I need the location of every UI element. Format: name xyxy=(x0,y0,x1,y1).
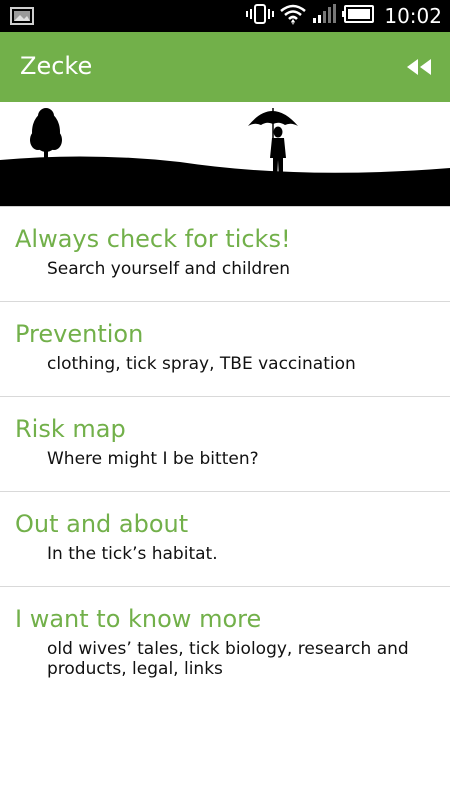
menu-item-title: I want to know more xyxy=(15,605,262,633)
rewind-button[interactable] xyxy=(404,54,434,80)
menu-item-subtitle: In the tick’s habitat. xyxy=(47,544,218,564)
app-bar: Zecke xyxy=(0,32,450,102)
menu-item-title: Out and about xyxy=(15,510,189,538)
menu-item-title: Risk map xyxy=(15,415,126,443)
app-title: Zecke xyxy=(20,52,93,80)
wifi-icon xyxy=(280,3,307,29)
menu-item-subtitle: Where might I be bitten? xyxy=(47,449,259,469)
header-banner xyxy=(0,102,450,206)
menu-item-subtitle: old wives’ tales, tick biology, research… xyxy=(47,639,409,679)
menu-item-subtitle: Search yourself and children xyxy=(47,259,291,279)
notification-image-icon xyxy=(10,7,34,29)
battery-icon xyxy=(342,5,375,27)
menu-item-title: Always check for ticks! xyxy=(15,225,291,253)
menu-item-title: Prevention xyxy=(15,320,144,348)
vibrate-icon xyxy=(246,4,275,28)
status-icons: 10:02 xyxy=(246,0,442,32)
status-bar: 10:02 xyxy=(0,0,450,32)
menu-item-risk-map[interactable]: Risk map Where might I be bitten? xyxy=(0,396,450,491)
menu-list: Always check for ticks! Search yourself … xyxy=(0,206,450,681)
menu-item-check-ticks[interactable]: Always check for ticks! Search yourself … xyxy=(0,206,450,301)
menu-item-prevention[interactable]: Prevention clothing, tick spray, TBE vac… xyxy=(0,301,450,396)
menu-item-out-and-about[interactable]: Out and about In the tick’s habitat. xyxy=(0,491,450,586)
menu-item-know-more[interactable]: I want to know more old wives’ tales, ti… xyxy=(0,586,450,681)
app-screen: 10:02 Zecke Always check for ticks! Sear… xyxy=(0,0,450,800)
rewind-icon xyxy=(407,59,431,75)
menu-item-subtitle: clothing, tick spray, TBE vaccination xyxy=(47,354,356,374)
status-clock: 10:02 xyxy=(384,4,442,28)
signal-icon xyxy=(312,4,337,28)
